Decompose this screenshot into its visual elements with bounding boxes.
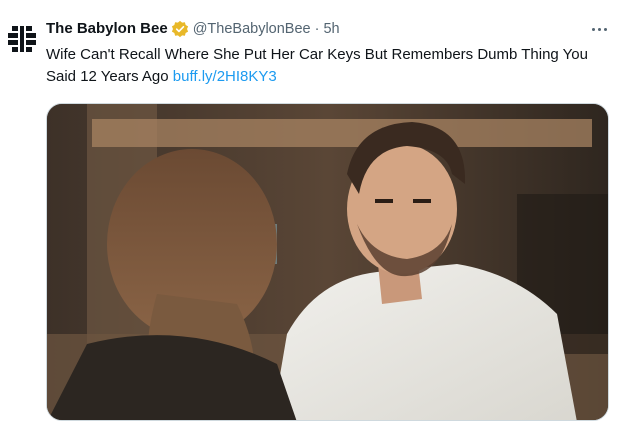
tweet-header: The Babylon Bee @TheBabylonBee · 5h xyxy=(46,18,340,40)
babylon-bee-logo-icon xyxy=(2,18,42,58)
tweet-card[interactable]: The Babylon Bee @TheBabylonBee · 5h Wife… xyxy=(0,0,620,433)
verified-badge-icon xyxy=(171,20,189,38)
tweet-link[interactable]: buff.ly/2HI8KY3 xyxy=(173,68,277,85)
display-name[interactable]: The Babylon Bee xyxy=(46,19,168,39)
timestamp[interactable]: 5h xyxy=(323,19,339,39)
photo-illustration xyxy=(47,104,608,420)
tweet-media-photo[interactable] xyxy=(46,103,609,421)
tweet-text: Wife Can't Recall Where She Put Her Car … xyxy=(46,44,616,88)
separator-dot: · xyxy=(314,21,320,37)
avatar[interactable] xyxy=(2,18,42,58)
user-handle[interactable]: @TheBabylonBee xyxy=(193,19,311,39)
more-options-icon[interactable] xyxy=(587,20,611,38)
tweet-body: Wife Can't Recall Where She Put Her Car … xyxy=(46,46,588,85)
